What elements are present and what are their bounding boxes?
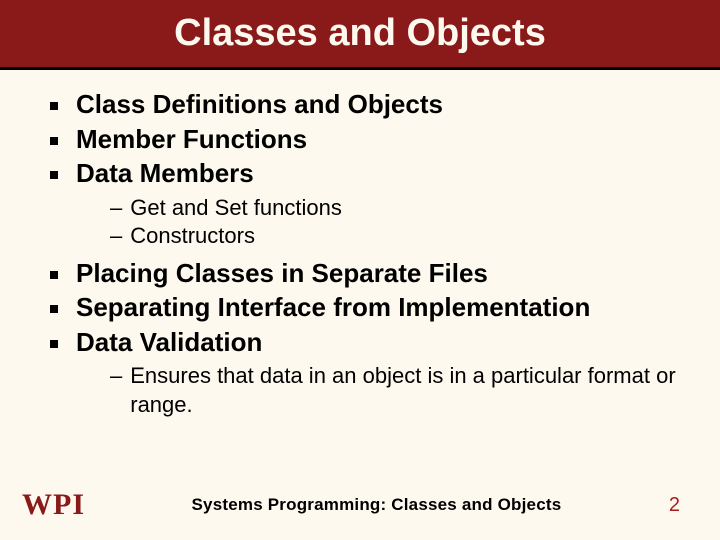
sub-bullet-item: – Ensures that data in an object is in a… [110, 362, 690, 419]
logo-letter: W [22, 490, 52, 520]
bullet-text: Data Members [76, 157, 254, 190]
page-number: 2 [669, 494, 680, 517]
bullet-item: Member Functions [50, 123, 690, 156]
bullet-icon [50, 271, 58, 279]
sub-bullet-item: – Constructors [110, 222, 690, 251]
slide-footer: W P I Systems Programming: Classes and O… [0, 490, 720, 520]
bullet-item: Placing Classes in Separate Files [50, 257, 690, 290]
bullet-icon [50, 340, 58, 348]
bullet-icon [50, 305, 58, 313]
dash-icon: – [110, 362, 122, 391]
title-bar: Classes and Objects [0, 0, 720, 70]
logo-letter: P [53, 490, 71, 520]
bullet-text: Data Validation [76, 326, 262, 359]
bullet-text: Separating Interface from Implementation [76, 291, 590, 324]
bullet-item: Class Definitions and Objects [50, 88, 690, 121]
bullet-icon [50, 137, 58, 145]
sub-bullet-text: Ensures that data in an object is in a p… [130, 362, 690, 419]
dash-icon: – [110, 194, 122, 223]
sub-bullet-item: – Get and Set functions [110, 194, 690, 223]
logo-letter: I [72, 490, 84, 520]
sub-bullet-group: – Ensures that data in an object is in a… [110, 362, 690, 419]
bullet-item: Separating Interface from Implementation [50, 291, 690, 324]
bullet-item: Data Members [50, 157, 690, 190]
sub-bullet-text: Constructors [130, 222, 255, 251]
bullet-icon [50, 102, 58, 110]
bullet-text: Class Definitions and Objects [76, 88, 443, 121]
bullet-item: Data Validation [50, 326, 690, 359]
slide-content: Class Definitions and Objects Member Fun… [0, 70, 720, 419]
footer-text: Systems Programming: Classes and Objects [84, 495, 669, 515]
sub-bullet-group: – Get and Set functions – Constructors [110, 194, 690, 251]
bullet-icon [50, 171, 58, 179]
slide-title: Classes and Objects [174, 12, 546, 55]
wpi-logo: W P I [22, 490, 84, 520]
bullet-text: Placing Classes in Separate Files [76, 257, 488, 290]
dash-icon: – [110, 222, 122, 251]
bullet-text: Member Functions [76, 123, 307, 156]
sub-bullet-text: Get and Set functions [130, 194, 342, 223]
